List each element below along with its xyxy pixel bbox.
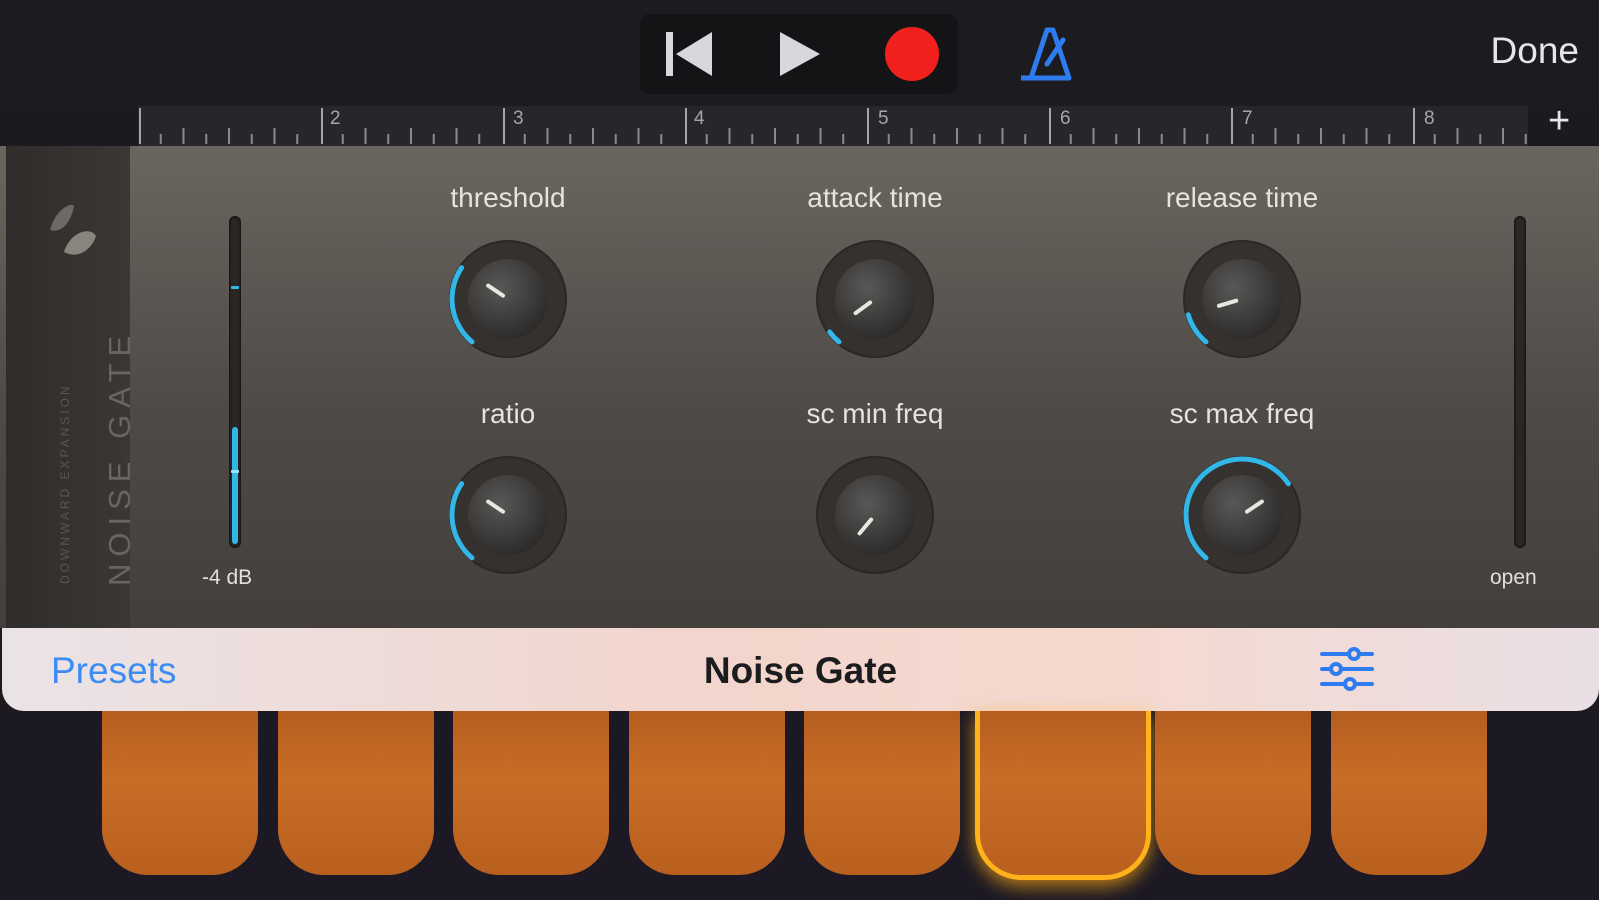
leaf-logo-icon: [50, 204, 96, 255]
gate-meter: [1514, 216, 1526, 548]
drum-pad-8[interactable]: [1330, 711, 1487, 875]
drum-pads: [0, 711, 1599, 900]
ratio-knob[interactable]: [443, 450, 573, 580]
plugin-sidebar: DOWNWARD EXPANSION NOISE GATE: [6, 146, 137, 628]
done-button[interactable]: Done: [1491, 30, 1579, 72]
knob-body: [468, 475, 548, 555]
ruler-bar-6: 6: [1060, 108, 1071, 129]
plugin-subtitle: DOWNWARD EXPANSION: [58, 383, 72, 584]
transport-controls: [640, 14, 958, 94]
threshold-label: threshold: [450, 182, 566, 213]
metronome-icon[interactable]: [1015, 22, 1075, 84]
record-icon[interactable]: [854, 14, 958, 94]
drum-pad-2[interactable]: [277, 711, 434, 875]
input-level-label: -4 dB: [202, 566, 253, 589]
timeline-ruler[interactable]: 2 3 4 5 6 7 8: [138, 106, 1528, 146]
drum-pad-7[interactable]: [1155, 711, 1311, 875]
sc-min-freq-knob[interactable]: [810, 450, 940, 580]
ruler-bar-8: 8: [1424, 108, 1435, 129]
add-section-button[interactable]: +: [1548, 100, 1570, 143]
play-icon[interactable]: [744, 14, 844, 94]
drum-pad-4[interactable]: [628, 711, 785, 875]
release-time-label: release time: [1165, 182, 1319, 213]
ratio-label: ratio: [480, 398, 536, 429]
gate-state-label: open: [1490, 566, 1537, 589]
ruler-bar-7: 7: [1242, 108, 1253, 129]
input-meter-level: [232, 427, 238, 544]
threshold-marker: [231, 286, 239, 289]
knob-body: [1202, 475, 1282, 555]
noise-gate-plugin-panel: DOWNWARD EXPANSION NOISE GATE -4 dB open…: [0, 146, 1599, 628]
attack-time-knob[interactable]: [810, 234, 940, 364]
drum-pad-5[interactable]: [804, 711, 960, 875]
sc-min-freq-label: sc min freq: [806, 398, 944, 429]
knob-body: [835, 259, 915, 339]
attack-time-label: attack time: [807, 182, 943, 213]
ruler-bar-3: 3: [513, 108, 524, 129]
knob-body: [468, 259, 548, 339]
skip-back-icon[interactable]: [640, 14, 740, 94]
sc-max-freq-knob[interactable]: [1177, 450, 1307, 580]
release-time-knob[interactable]: [1177, 234, 1307, 364]
drum-pad-6[interactable]: [974, 711, 1151, 880]
peak-marker: [231, 470, 239, 473]
drum-pad-3[interactable]: [453, 711, 609, 875]
preset-bar: Presets Noise Gate: [2, 628, 1599, 711]
input-meter[interactable]: [229, 216, 241, 548]
threshold-knob[interactable]: [443, 234, 573, 364]
ruler-bar-2: 2: [330, 108, 341, 129]
plugin-title-vertical: NOISE GATE: [102, 328, 137, 586]
drum-pad-1[interactable]: [102, 711, 258, 875]
sc-max-freq-label: sc max freq: [1169, 398, 1315, 429]
sliders-icon[interactable]: [1318, 644, 1376, 694]
ruler-ticks: [139, 108, 1527, 144]
ruler-bar-5: 5: [878, 108, 889, 129]
ruler-bar-4: 4: [694, 108, 705, 129]
top-toolbar: Done: [0, 0, 1599, 106]
knob-body: [1202, 259, 1282, 339]
knob-body: [835, 475, 915, 555]
